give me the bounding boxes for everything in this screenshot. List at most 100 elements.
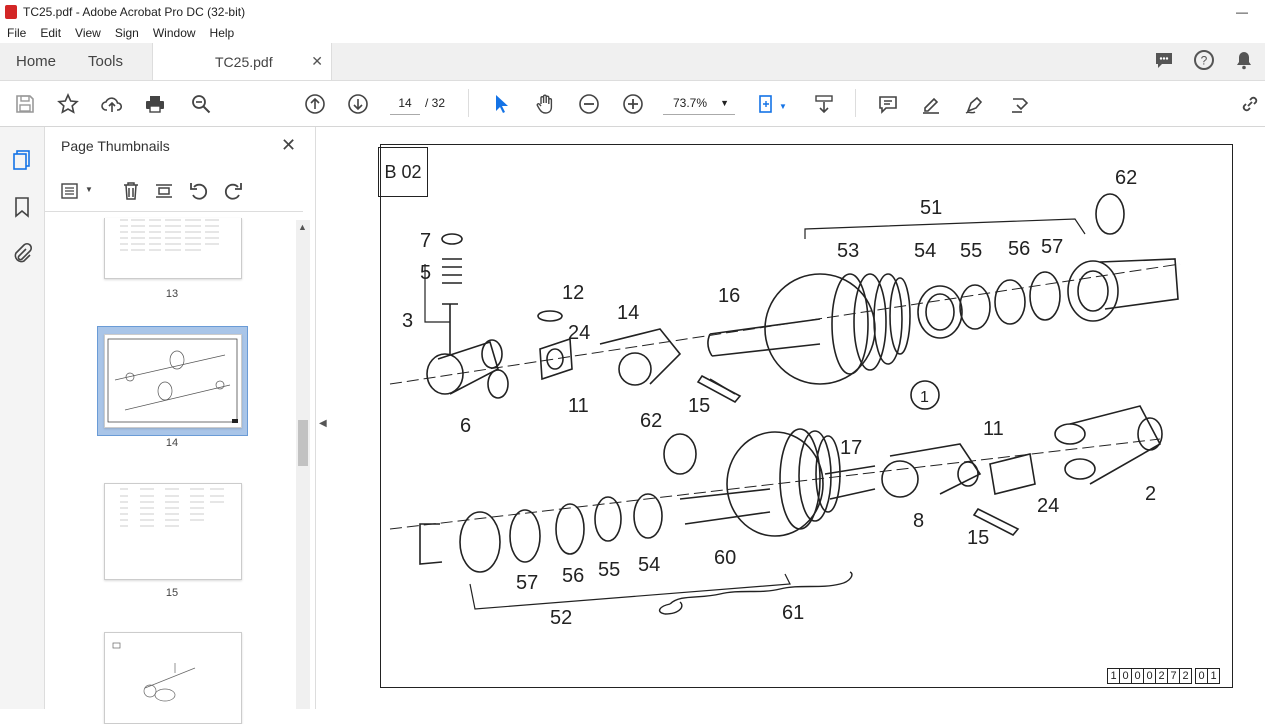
main-toolbar: 14 / 32 73.7% ▼ ▼ bbox=[0, 81, 1265, 127]
print-button[interactable] bbox=[142, 91, 168, 117]
code-digit: 1 bbox=[1207, 668, 1220, 684]
thumbnail-page-14[interactable] bbox=[104, 334, 242, 428]
save-button[interactable] bbox=[12, 91, 38, 117]
callout-62-lower: 62 bbox=[640, 410, 662, 432]
tab-bar: Home Tools TC25.pdf ✕ ? bbox=[0, 43, 1265, 81]
menu-sign[interactable]: Sign bbox=[108, 26, 146, 40]
callout-57: 57 bbox=[1041, 236, 1063, 258]
callout-labels: 62 51 53 54 55 56 57 7 5 3 12 14 24 16 6… bbox=[402, 167, 1156, 629]
toolbar-divider bbox=[855, 89, 856, 117]
zoom-in-button[interactable] bbox=[620, 91, 646, 117]
callout-15-lower: 15 bbox=[967, 527, 989, 549]
arrow-up-circle-icon bbox=[305, 94, 325, 114]
crop-pages-icon[interactable] bbox=[153, 180, 175, 202]
options-menu-icon[interactable] bbox=[60, 180, 82, 202]
scrollbar-thumb[interactable] bbox=[298, 420, 308, 466]
callout-54-lower: 54 bbox=[638, 554, 660, 576]
highlighter-pen-icon bbox=[923, 97, 939, 114]
callout-15: 15 bbox=[688, 395, 710, 417]
comment-bubble-icon[interactable] bbox=[1153, 49, 1175, 71]
scroll-up-icon[interactable]: ▲ bbox=[298, 222, 307, 232]
callout-60: 60 bbox=[714, 547, 736, 569]
upload-button[interactable] bbox=[99, 91, 125, 117]
callout-55-lower: 55 bbox=[598, 559, 620, 581]
rotate-left-icon[interactable] bbox=[188, 180, 210, 202]
callout-16: 16 bbox=[718, 285, 740, 307]
callout-57-lower: 57 bbox=[516, 572, 538, 594]
zoom-value: 73.7% bbox=[673, 96, 708, 110]
next-page-button[interactable] bbox=[345, 91, 371, 117]
zoom-select[interactable]: 73.7% ▼ bbox=[663, 92, 735, 115]
comment-button[interactable] bbox=[875, 91, 901, 117]
acrobat-icon bbox=[5, 4, 17, 19]
exploded-driveshaft-diagram: 62 51 53 54 55 56 57 7 5 3 12 14 24 16 6… bbox=[389, 167, 1181, 629]
hand-tool-button[interactable] bbox=[532, 91, 558, 117]
callout-62: 62 bbox=[1115, 167, 1137, 189]
fill-sign-button[interactable] bbox=[1007, 91, 1033, 117]
thumbnail-page-16[interactable] bbox=[104, 632, 242, 724]
callout-53: 53 bbox=[837, 240, 859, 262]
collapse-pane-icon[interactable]: ◀ bbox=[319, 418, 327, 429]
callout-61: 61 bbox=[782, 602, 804, 624]
arrow-down-circle-icon bbox=[348, 94, 368, 114]
drawing-code: 1 0 0 0 2 7 2 0 1 bbox=[1107, 668, 1220, 684]
menu-file[interactable]: File bbox=[0, 26, 33, 40]
bookmark-icon[interactable] bbox=[11, 196, 33, 218]
hand-icon bbox=[536, 94, 553, 114]
callout-56: 56 bbox=[1008, 238, 1030, 260]
thumbnail-label-13: 13 bbox=[165, 288, 179, 300]
notification-bell-icon[interactable] bbox=[1233, 49, 1255, 71]
cloud-upload-icon bbox=[101, 97, 123, 112]
thumbnail-label-14: 14 bbox=[165, 437, 179, 449]
save-icon bbox=[16, 95, 34, 113]
thumbnail-scrollbar[interactable]: ▲ bbox=[296, 220, 310, 709]
thumbnail-diagram-preview bbox=[107, 338, 238, 423]
select-tool-button[interactable] bbox=[488, 91, 514, 117]
cursor-arrow-icon bbox=[496, 95, 508, 113]
page-thumbnails-icon[interactable] bbox=[11, 149, 33, 171]
callout-12: 12 bbox=[562, 282, 584, 304]
zoom-out-button[interactable] bbox=[576, 91, 602, 117]
search-button[interactable] bbox=[188, 91, 214, 117]
tab-document[interactable]: TC25.pdf ✕ bbox=[152, 43, 332, 80]
highlight-button[interactable] bbox=[918, 91, 944, 117]
callout-11: 11 bbox=[568, 395, 589, 417]
callout-2: 2 bbox=[1145, 483, 1156, 505]
thumbnail-page-15[interactable] bbox=[104, 483, 242, 580]
tab-home[interactable]: Home bbox=[16, 43, 56, 80]
link-icon bbox=[1242, 96, 1258, 112]
toolbar-divider bbox=[468, 89, 469, 117]
menu-bar: File Edit View Sign Window Help bbox=[0, 23, 1265, 43]
draw-button[interactable] bbox=[962, 91, 988, 117]
callout-51: 51 bbox=[920, 197, 942, 219]
scroll-mode-button[interactable] bbox=[811, 91, 837, 117]
circle-label: 1 bbox=[920, 389, 929, 406]
menu-view[interactable]: View bbox=[68, 26, 108, 40]
minimize-button[interactable]: — bbox=[1219, 0, 1265, 23]
page-number-input[interactable]: 14 bbox=[390, 92, 420, 115]
share-link-button[interactable] bbox=[1237, 91, 1263, 117]
callout-3: 3 bbox=[402, 310, 413, 332]
chevron-down-icon[interactable]: ▼ bbox=[85, 185, 93, 194]
callout-54: 54 bbox=[914, 240, 936, 262]
svg-text:?: ? bbox=[1201, 54, 1208, 68]
bookmark-star-button[interactable] bbox=[55, 91, 81, 117]
menu-window[interactable]: Window bbox=[146, 26, 203, 40]
page-display-dropdown[interactable]: ▼ bbox=[777, 93, 789, 119]
thumbnail-page-13[interactable] bbox=[104, 218, 242, 279]
thumbnail-table-preview bbox=[120, 219, 219, 251]
previous-page-button[interactable] bbox=[302, 91, 328, 117]
callout-11-lower: 11 bbox=[983, 418, 1004, 440]
close-icon[interactable]: ✕ bbox=[311, 53, 323, 70]
help-icon[interactable]: ? bbox=[1193, 49, 1215, 71]
menu-edit[interactable]: Edit bbox=[33, 26, 68, 40]
fountain-pen-icon bbox=[965, 96, 983, 114]
close-pane-icon[interactable]: ✕ bbox=[281, 135, 296, 156]
callout-55: 55 bbox=[960, 240, 982, 262]
menu-help[interactable]: Help bbox=[203, 26, 242, 40]
callout-6: 6 bbox=[460, 415, 471, 437]
rotate-right-icon[interactable] bbox=[222, 180, 244, 202]
trash-icon[interactable] bbox=[120, 180, 142, 202]
attachment-icon[interactable] bbox=[11, 242, 33, 264]
tab-tools[interactable]: Tools bbox=[88, 43, 123, 80]
